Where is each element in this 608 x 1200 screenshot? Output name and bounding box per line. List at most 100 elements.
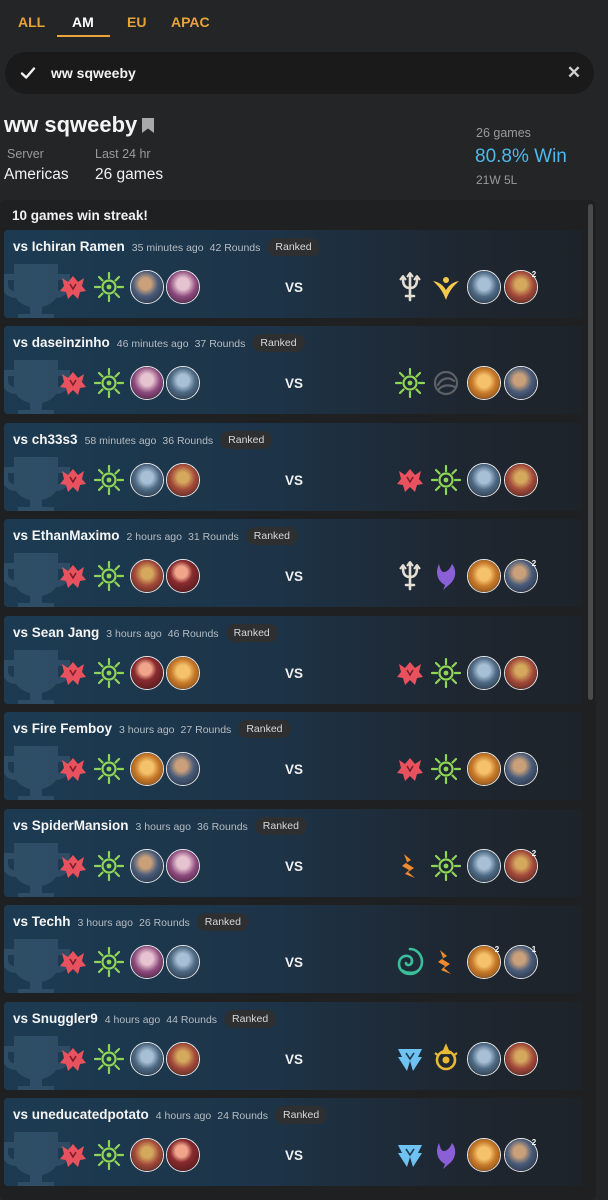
match-card[interactable]: vs daseinzinho 46 minutes ago 37 Rounds Ran… bbox=[4, 326, 583, 414]
versus-label: VS bbox=[285, 569, 304, 584]
champion-portrait[interactable] bbox=[467, 559, 501, 593]
runeterra-region-icon bbox=[437, 1143, 456, 1169]
champion-portrait[interactable] bbox=[504, 366, 538, 400]
champion-portrait[interactable] bbox=[467, 1138, 501, 1172]
opponent-name[interactable]: vs uneducatedpotato bbox=[13, 1107, 149, 1122]
champion-portrait[interactable] bbox=[130, 270, 164, 304]
champion-portrait[interactable] bbox=[166, 1042, 200, 1076]
match-card[interactable]: vs Techh 3 hours ago 26 Rounds Ranked VS 2 1 bbox=[4, 905, 583, 993]
versus-label: VS bbox=[285, 955, 304, 970]
match-time: 3 hours ago bbox=[119, 724, 175, 736]
champion-portrait[interactable] bbox=[166, 463, 200, 497]
opponent-name[interactable]: vs daseinzinho bbox=[13, 335, 110, 350]
match-card[interactable]: vs SpiderMansion 3 hours ago 36 Rounds Rank… bbox=[4, 809, 583, 897]
noxus-region-icon bbox=[397, 469, 423, 492]
ranked-badge: Ranked bbox=[245, 527, 298, 545]
search-input[interactable]: ww sqweeby bbox=[51, 65, 136, 81]
match-card[interactable]: vs Fire Femboy 3 hours ago 27 Rounds Ranked… bbox=[4, 712, 583, 800]
match-card[interactable]: vs Snuggler9 4 hours ago 44 Rounds Ranked V… bbox=[4, 1002, 583, 1090]
bookmark-icon[interactable] bbox=[142, 118, 154, 133]
champion-portrait[interactable] bbox=[130, 1042, 164, 1076]
versus-label: VS bbox=[285, 376, 304, 391]
match-time: 46 minutes ago bbox=[116, 338, 189, 350]
champion-portrait[interactable] bbox=[467, 849, 501, 883]
opponent-name[interactable]: vs ch33s3 bbox=[13, 432, 78, 447]
champion-portrait-art bbox=[468, 271, 500, 303]
recent-label: Last 24 hr bbox=[95, 147, 151, 161]
match-rounds: 36 Rounds bbox=[162, 435, 214, 447]
champion-portrait[interactable] bbox=[467, 1042, 501, 1076]
champion-portrait[interactable] bbox=[130, 752, 164, 786]
champion-portrait[interactable] bbox=[166, 1138, 200, 1172]
champion-portrait[interactable] bbox=[130, 366, 164, 400]
shurima-region-icon bbox=[93, 560, 125, 592]
match-time: 3 hours ago bbox=[106, 628, 162, 640]
player-search-bar[interactable]: ww sqweeby ✕ bbox=[5, 52, 594, 94]
opponent-name[interactable]: vs Ichiran Ramen bbox=[13, 239, 125, 254]
champion-portrait-art bbox=[131, 753, 163, 785]
opponent-name[interactable]: vs Fire Femboy bbox=[13, 721, 112, 736]
tab-eu[interactable]: EU bbox=[127, 14, 146, 30]
server-value: Americas bbox=[4, 166, 69, 183]
match-card[interactable]: vs ch33s3 58 minutes ago 36 Rounds Ranked V… bbox=[4, 423, 583, 511]
champion-level-badge: 2 bbox=[531, 849, 537, 858]
opponent-name[interactable]: vs Snuggler9 bbox=[13, 1011, 98, 1026]
champion-portrait-art bbox=[167, 560, 199, 592]
opponent-name[interactable]: vs Sean Jang bbox=[13, 625, 99, 640]
champion-portrait-art bbox=[167, 850, 199, 882]
noxus-region-icon bbox=[397, 662, 423, 685]
champion-portrait[interactable] bbox=[166, 270, 200, 304]
scrollbar[interactable] bbox=[588, 204, 593, 700]
champion-portrait[interactable] bbox=[130, 559, 164, 593]
noxus-region-icon bbox=[60, 951, 86, 974]
champion-portrait[interactable] bbox=[504, 656, 538, 690]
champion-portrait[interactable] bbox=[467, 270, 501, 304]
champion-portrait-art bbox=[505, 464, 537, 496]
match-card[interactable]: vs uneducatedpotato 4 hours ago 24 Rounds R… bbox=[4, 1098, 583, 1186]
match-time: 35 minutes ago bbox=[131, 242, 204, 254]
champion-portrait[interactable] bbox=[467, 752, 501, 786]
champion-portrait[interactable] bbox=[130, 945, 164, 979]
match-card[interactable]: vs Ichiran Ramen 35 minutes ago 42 Rounds R… bbox=[4, 230, 583, 318]
champion-portrait[interactable] bbox=[166, 559, 200, 593]
opponent-name[interactable]: vs Techh bbox=[13, 914, 71, 929]
champion-portrait[interactable] bbox=[130, 1138, 164, 1172]
champion-portrait[interactable] bbox=[467, 656, 501, 690]
champion-portrait[interactable] bbox=[504, 1042, 538, 1076]
ranked-badge: Ranked bbox=[196, 913, 249, 931]
tab-apac[interactable]: APAC bbox=[171, 14, 210, 30]
champion-portrait-art bbox=[468, 464, 500, 496]
tab-all[interactable]: ALL bbox=[18, 14, 45, 30]
champion-portrait[interactable] bbox=[130, 849, 164, 883]
match-card[interactable]: vs EthanMaximo 2 hours ago 31 Rounds Ranked… bbox=[4, 519, 583, 607]
champion-portrait-art bbox=[131, 464, 163, 496]
champion-portrait[interactable] bbox=[166, 849, 200, 883]
clear-search-icon[interactable]: ✕ bbox=[566, 64, 582, 82]
ranked-badge: Ranked bbox=[254, 817, 307, 835]
champion-portrait-art bbox=[505, 753, 537, 785]
champion-portrait-art bbox=[167, 1043, 199, 1075]
opponent-name[interactable]: vs SpiderMansion bbox=[13, 818, 129, 833]
opponent-name[interactable]: vs EthanMaximo bbox=[13, 528, 120, 543]
champion-portrait-art bbox=[131, 850, 163, 882]
champion-portrait[interactable] bbox=[467, 366, 501, 400]
tab-am[interactable]: AM bbox=[72, 14, 94, 30]
shurima-region-icon bbox=[93, 946, 125, 978]
champion-portrait[interactable] bbox=[166, 945, 200, 979]
champion-portrait-art bbox=[468, 367, 500, 399]
champion-portrait[interactable] bbox=[166, 752, 200, 786]
champion-portrait[interactable] bbox=[166, 656, 200, 690]
champion-portrait[interactable] bbox=[130, 656, 164, 690]
match-time: 4 hours ago bbox=[104, 1014, 161, 1026]
champion-portrait[interactable] bbox=[130, 463, 164, 497]
shurima-region-icon bbox=[93, 1139, 125, 1171]
champion-portrait[interactable] bbox=[166, 366, 200, 400]
champion-portrait[interactable] bbox=[467, 463, 501, 497]
match-rounds: 46 Rounds bbox=[167, 628, 219, 640]
match-card[interactable]: vs Sean Jang 3 hours ago 46 Rounds Ranked V… bbox=[4, 616, 583, 704]
match-rounds: 31 Rounds bbox=[188, 531, 239, 543]
champion-portrait[interactable] bbox=[504, 752, 538, 786]
piltover-region-icon bbox=[402, 854, 415, 878]
champion-portrait[interactable] bbox=[504, 463, 538, 497]
versus-label: VS bbox=[285, 762, 304, 777]
